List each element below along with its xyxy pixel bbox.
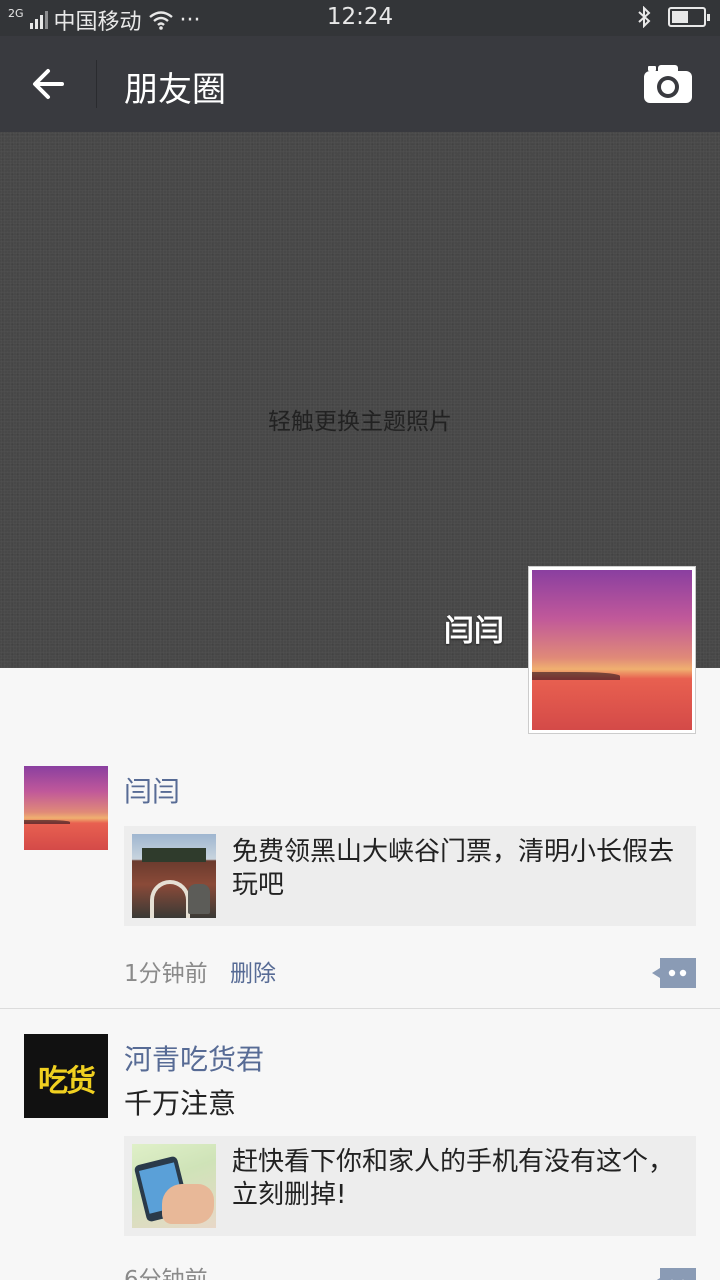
status-bar: 2G 中国移动 ··· 12:24 <box>0 0 720 36</box>
comment-icon <box>656 1268 696 1280</box>
profile-avatar[interactable] <box>528 566 696 734</box>
avatar[interactable]: 吃货 <box>24 1034 108 1118</box>
profile-name: 闫闫 <box>444 614 504 649</box>
post-time: 6分钟前 <box>124 1267 208 1280</box>
back-button[interactable] <box>20 56 76 112</box>
camera-icon <box>644 65 692 103</box>
battery-icon <box>668 7 710 27</box>
comment-button[interactable] <box>652 958 696 988</box>
link-card[interactable]: 赶快看下你和家人的手机有没有这个，立刻删掉! <box>124 1136 696 1236</box>
camera-button[interactable] <box>642 62 694 106</box>
bluetooth-icon <box>638 6 651 28</box>
post-time: 1分钟前 <box>124 961 208 987</box>
status-time: 12:24 <box>326 4 394 30</box>
cover-hint: 轻触更换主题照片 <box>268 409 452 435</box>
avatar[interactable] <box>24 766 108 850</box>
page-title: 朋友圈 <box>124 70 226 110</box>
nav-bar: 朋友圈 <box>0 36 720 132</box>
nav-divider <box>96 60 97 108</box>
link-thumbnail <box>132 1144 216 1228</box>
post-text: 千万注意 <box>124 1087 237 1120</box>
link-card[interactable]: 免费领黑山大峡谷门票，清明小长假去玩吧 <box>124 826 696 926</box>
comment-button[interactable] <box>652 1268 696 1280</box>
link-thumbnail <box>132 834 216 918</box>
delete-button[interactable]: 删除 <box>230 954 276 988</box>
back-arrow-icon <box>33 69 64 99</box>
post-author[interactable]: 河青吃货君 <box>124 1038 264 1078</box>
link-title: 免费领黑山大峡谷门票，清明小长假去玩吧 <box>232 837 675 900</box>
comment-icon <box>652 958 696 988</box>
post-author[interactable]: 闫闫 <box>124 770 180 810</box>
post-divider <box>0 1008 720 1009</box>
link-title: 赶快看下你和家人的手机有没有这个，立刻删掉! <box>232 1147 675 1210</box>
